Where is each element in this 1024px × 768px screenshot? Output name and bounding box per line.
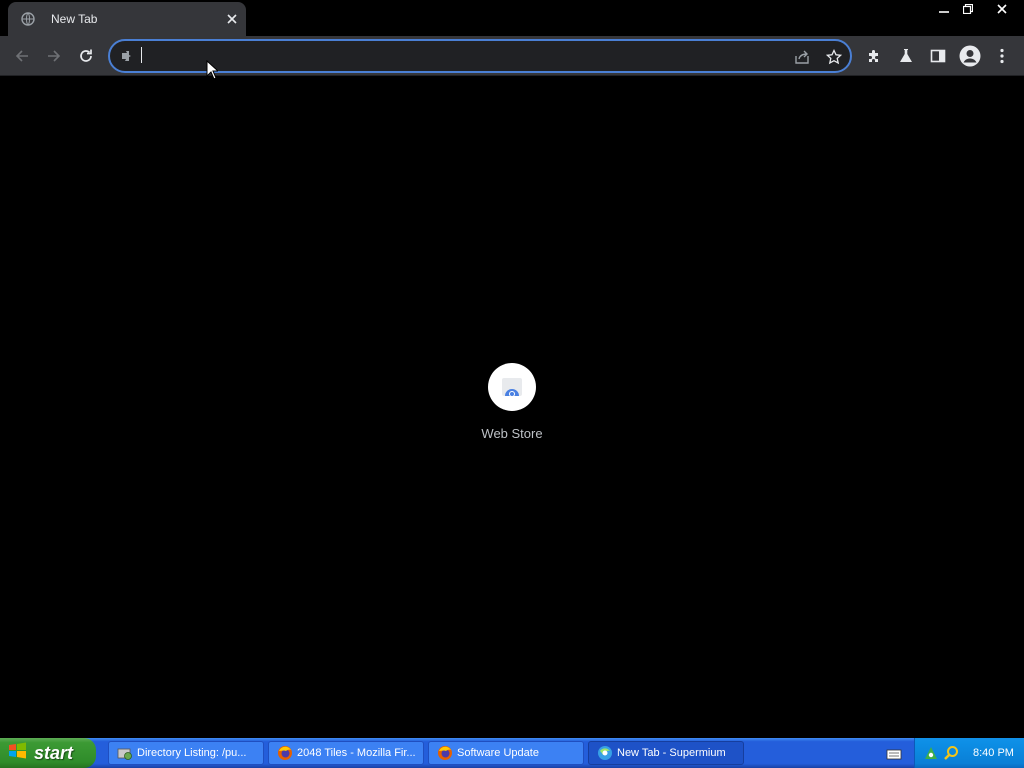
tab-title: New Tab: [51, 12, 98, 26]
clock: 8:40 PM: [973, 747, 1014, 759]
taskbar-item-label: New Tab - Supermium: [617, 747, 726, 759]
windows-logo-icon: [8, 741, 28, 765]
network-folder-icon: [117, 745, 133, 761]
browser-toolbar: [0, 36, 1024, 76]
taskbar-item-software-update[interactable]: Software Update: [428, 741, 584, 765]
firefox-icon: [437, 745, 453, 761]
network-icon[interactable]: [923, 745, 939, 761]
profile-avatar-icon[interactable]: [956, 42, 984, 70]
shortcut-label: Web Store: [481, 426, 543, 441]
start-button[interactable]: start: [0, 738, 96, 768]
kebab-menu-icon[interactable]: [988, 42, 1016, 70]
system-tray: 8:40 PM: [914, 738, 1024, 768]
back-arrow-icon[interactable]: [8, 42, 36, 70]
flask-labs-icon[interactable]: [892, 42, 920, 70]
window-controls: [932, 0, 1024, 18]
star-icon[interactable]: [822, 46, 846, 68]
keyboard-layout-icon[interactable]: [886, 746, 902, 760]
share-icon[interactable]: [790, 46, 814, 68]
address-input[interactable]: [142, 45, 782, 67]
close-icon[interactable]: [980, 0, 1024, 18]
taskbar-item-directory-listing[interactable]: Directory Listing: /pu...: [108, 741, 264, 765]
forward-arrow-icon[interactable]: [40, 42, 68, 70]
web-store-icon: [488, 363, 536, 411]
puzzle-extensions-icon[interactable]: [860, 42, 888, 70]
tab-strip: New Tab: [0, 0, 1024, 36]
taskbar-item-label: Software Update: [457, 747, 539, 759]
extension-page-icon[interactable]: [119, 48, 135, 64]
taskbar: start Directory Listing: /pu... 2048 Til…: [0, 738, 1024, 768]
start-label: start: [34, 742, 74, 763]
search-icon[interactable]: [943, 745, 959, 761]
globe-icon: [20, 11, 36, 27]
firefox-icon: [277, 745, 293, 761]
omnibox[interactable]: [108, 39, 852, 73]
mouse-cursor-icon: [206, 60, 218, 80]
tab-new-tab[interactable]: New Tab: [8, 2, 246, 36]
taskbar-item-label: Directory Listing: /pu...: [137, 747, 247, 759]
taskbar-item-2048-tiles[interactable]: 2048 Tiles - Mozilla Fir...: [268, 741, 424, 765]
restore-icon[interactable]: [956, 0, 980, 18]
new-tab-page: Web Store: [0, 77, 1024, 738]
taskbar-item-label: 2048 Tiles - Mozilla Fir...: [297, 747, 416, 759]
side-panel-icon[interactable]: [924, 42, 952, 70]
minimize-icon[interactable]: [932, 0, 956, 18]
shortcut-web-store[interactable]: Web Store: [472, 363, 552, 453]
reload-icon[interactable]: [72, 42, 100, 70]
supermium-icon: [597, 745, 613, 761]
taskbar-item-new-tab-supermium[interactable]: New Tab - Supermium: [588, 741, 744, 765]
tab-close-icon[interactable]: [222, 9, 242, 29]
